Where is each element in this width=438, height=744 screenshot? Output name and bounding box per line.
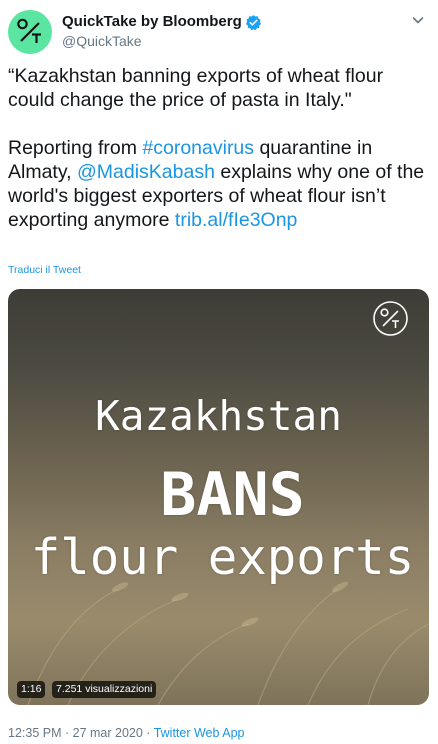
quicktake-badge-icon — [373, 301, 408, 336]
mention-link[interactable]: @MadisKabash — [77, 161, 215, 183]
video-title-line: Kazakhstan — [95, 392, 342, 440]
tweet-header: QuickTake by Bloomberg @QuickTake — [0, 0, 438, 62]
video-title-line: flour exports — [30, 529, 415, 586]
tweet-paragraph-report: Reporting from #coronavirus quarantine i… — [8, 136, 428, 232]
video-player[interactable]: Kazakhstan BANS flour exports 1:16 7.251… — [8, 289, 429, 705]
tweet-meta: 12:35 PM · 27 mar 2020 · Twitter Web App — [8, 726, 244, 740]
chevron-down-icon[interactable] — [410, 12, 426, 28]
tweet-text-segment: Reporting from — [8, 137, 143, 159]
video-view-count: 7.251 visualizzazioni — [52, 681, 157, 698]
avatar[interactable] — [8, 10, 52, 54]
url-link[interactable]: trib.al/fIe3Onp — [175, 209, 297, 231]
quicktake-logo-icon — [17, 18, 41, 43]
tweet-paragraph-quote: “Kazakhstan banning exports of wheat flo… — [8, 65, 384, 111]
source-app-link[interactable]: Twitter Web App — [154, 726, 245, 740]
video-title-line: BANS — [160, 460, 305, 530]
author-name[interactable]: QuickTake by Bloomberg — [62, 13, 242, 31]
verified-badge-icon — [245, 14, 261, 30]
hashtag-link[interactable]: #coronavirus — [142, 137, 254, 159]
timestamp[interactable]: 12:35 PM · 27 mar 2020 · — [8, 726, 154, 740]
tweet-body: “Kazakhstan banning exports of wheat flo… — [8, 64, 428, 232]
video-duration: 1:16 — [17, 681, 46, 698]
translate-tweet-link[interactable]: Traduci il Tweet — [8, 264, 81, 276]
author-block[interactable]: QuickTake by Bloomberg @QuickTake — [62, 13, 262, 50]
author-handle[interactable]: @QuickTake — [62, 32, 262, 50]
